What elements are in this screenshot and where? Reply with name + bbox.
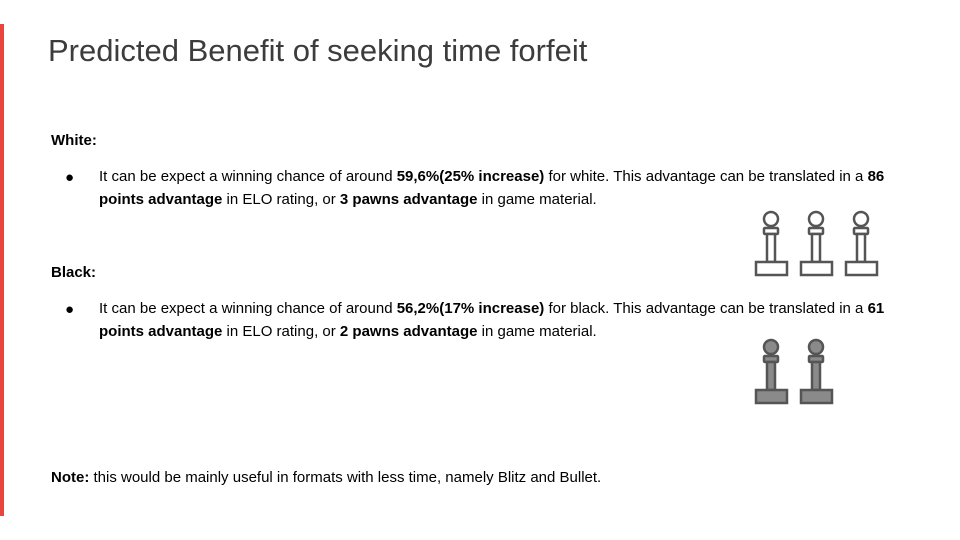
white-pawn-advantage: 3 pawns advantage	[339, 190, 478, 208]
note-label: Note:	[51, 469, 90, 486]
black-section-label: Black:	[51, 264, 97, 281]
black-text-post: in game material.	[477, 322, 597, 340]
white-text-mid2: in ELO rating, or	[222, 190, 340, 208]
note-text: this would be mainly useful in formats w…	[89, 469, 602, 486]
white-pawn-icon-3	[844, 210, 879, 277]
black-text-mid1: for black. This advantage can be transla…	[544, 300, 868, 317]
white-pawn-icon-2	[799, 210, 834, 277]
slide-title: Predicted Benefit of seeking time forfei…	[48, 33, 588, 68]
white-pawn-icon-1	[754, 210, 789, 277]
note: Note: this would be mainly useful in for…	[51, 469, 601, 486]
accent-bar	[0, 24, 4, 516]
black-pawn-icon-2	[799, 338, 834, 405]
white-section-label: White:	[51, 132, 97, 149]
white-winning-chance: 59,6%(25% increase)	[396, 168, 545, 185]
black-text-mid2: in ELO rating, or	[222, 322, 340, 340]
black-bullet-dot: ●	[65, 301, 75, 318]
black-winning-chance: 56,2%(17% increase)	[396, 300, 545, 317]
black-pawn-icon-1	[754, 338, 789, 405]
white-bullet-dot: ●	[65, 169, 75, 186]
white-text-mid1: for white. This advantage can be transla…	[544, 168, 868, 185]
black-text-pre: It can be expect a winning chance of aro…	[99, 300, 397, 317]
black-pawn-advantage: 2 pawns advantage	[339, 322, 478, 340]
white-text-pre: It can be expect a winning chance of aro…	[99, 168, 397, 185]
white-bullet-text: It can be expect a winning chance of aro…	[99, 166, 909, 211]
white-text-post: in game material.	[477, 190, 597, 208]
